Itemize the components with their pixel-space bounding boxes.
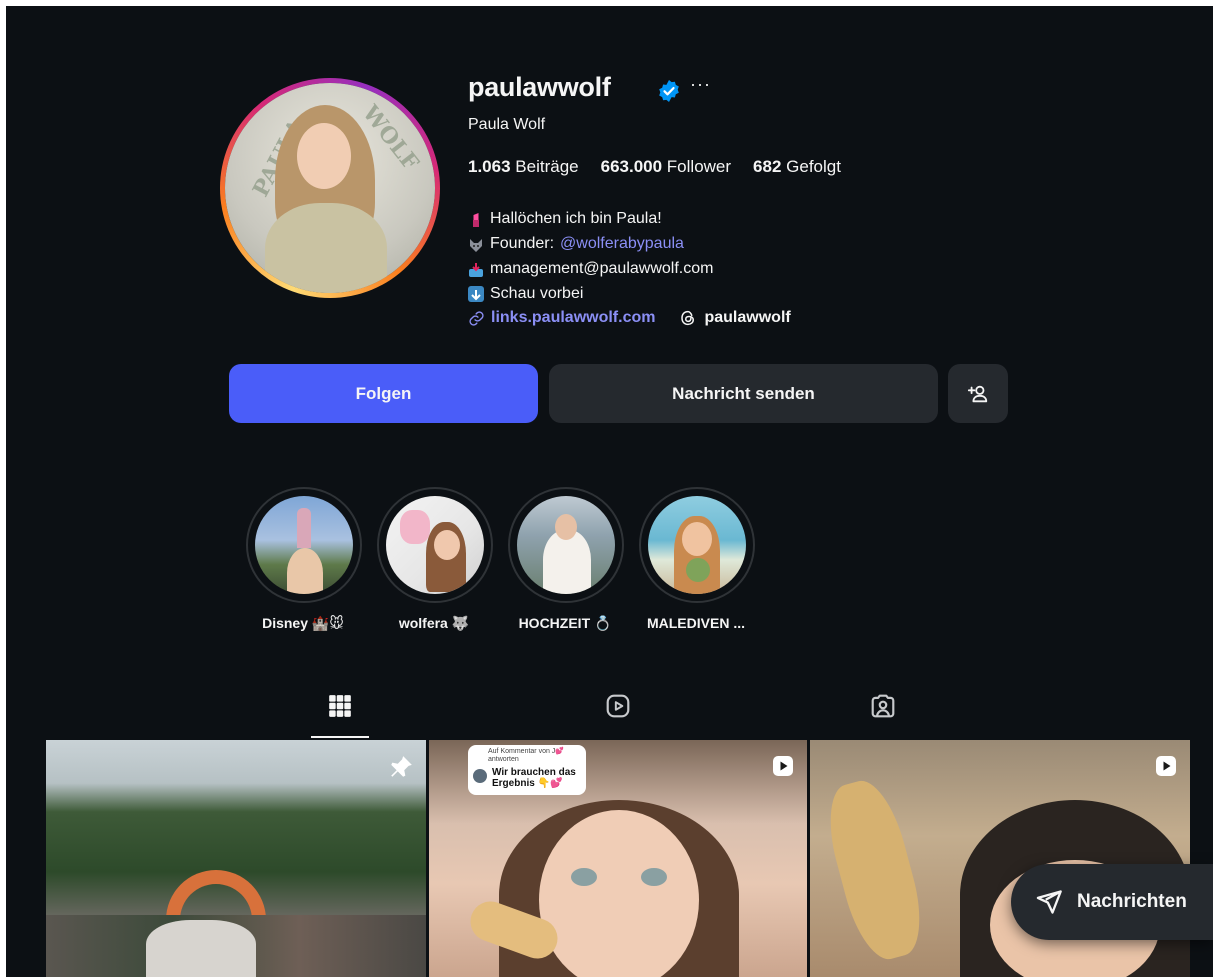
suggest-users-button[interactable] bbox=[948, 364, 1008, 423]
highlight-cover bbox=[386, 496, 484, 594]
verified-badge-icon bbox=[659, 80, 679, 102]
profile-links: links.paulawwolf.com paulawwolf bbox=[468, 309, 791, 327]
threads-icon bbox=[681, 310, 695, 326]
wolf-emoji-icon bbox=[468, 236, 484, 252]
profile-avatar[interactable]: PAULA WOLF bbox=[220, 78, 440, 298]
external-link[interactable]: links.paulawwolf.com bbox=[468, 309, 655, 327]
bio-line: Schau vorbei bbox=[468, 281, 713, 306]
reel-icon bbox=[1156, 756, 1176, 776]
post-thumbnail[interactable] bbox=[46, 740, 426, 977]
highlight-cover bbox=[517, 496, 615, 594]
tab-reels[interactable] bbox=[589, 693, 647, 738]
messages-button[interactable]: Nachrichten bbox=[1011, 864, 1213, 940]
reel-icon bbox=[773, 756, 793, 776]
paper-plane-icon bbox=[1036, 890, 1062, 914]
tab-posts[interactable] bbox=[311, 693, 369, 738]
lipstick-emoji-icon bbox=[468, 211, 484, 227]
profile-stats: 1.063 Beiträge 663.000 Follower 682 Gefo… bbox=[468, 157, 841, 177]
link-icon bbox=[469, 310, 484, 326]
profile-page: PAULA WOLF paulawwolf ··· Paula Wolf 1.0… bbox=[6, 6, 1213, 977]
bio-line: Founder: @wolferabypaula bbox=[468, 231, 713, 256]
threads-link[interactable]: paulawwolf bbox=[679, 309, 791, 327]
grid-icon bbox=[329, 695, 351, 717]
avatar-photo: PAULA WOLF bbox=[225, 83, 435, 293]
mention-link[interactable]: @wolferabypaula bbox=[560, 231, 684, 256]
inbox-emoji-icon bbox=[468, 261, 484, 277]
full-name: Paula Wolf bbox=[468, 116, 546, 133]
bio: Hallöchen ich bin Paula! Founder: @wolfe… bbox=[468, 206, 713, 306]
highlight-disney[interactable]: Disney 🏰🐭 bbox=[246, 487, 362, 632]
down-arrow-emoji-icon bbox=[468, 285, 484, 302]
comment-reply-sticker: Auf Kommentar von J💕 antworten Wir brauc… bbox=[468, 745, 586, 795]
bio-line: management@paulawwolf.com bbox=[468, 256, 713, 281]
reels-icon bbox=[606, 694, 630, 718]
highlight-hochzeit[interactable]: HOCHZEIT 💍 bbox=[508, 487, 624, 632]
following-stat[interactable]: 682 Gefolgt bbox=[753, 157, 841, 177]
highlight-malediven[interactable]: MALEDIVEN ... bbox=[639, 487, 755, 631]
follow-button[interactable]: Folgen bbox=[229, 364, 538, 423]
highlight-cover bbox=[255, 496, 353, 594]
more-options-button[interactable]: ··· bbox=[690, 74, 711, 95]
followers-stat[interactable]: 663.000 Follower bbox=[601, 157, 731, 177]
highlight-cover bbox=[648, 496, 746, 594]
active-tab-indicator bbox=[311, 736, 369, 738]
username: paulawwolf bbox=[468, 72, 611, 102]
tab-tagged[interactable] bbox=[854, 693, 912, 738]
bio-line: Hallöchen ich bin Paula! bbox=[468, 206, 713, 231]
send-message-button[interactable]: Nachricht senden bbox=[549, 364, 938, 423]
pin-icon bbox=[391, 756, 412, 777]
posts-stat: 1.063 Beiträge bbox=[468, 157, 579, 176]
post-thumbnail[interactable] bbox=[810, 740, 1190, 977]
add-user-icon bbox=[967, 385, 988, 402]
highlight-wolfera[interactable]: wolfera 🐺 bbox=[377, 487, 493, 632]
tagged-icon bbox=[871, 694, 895, 718]
